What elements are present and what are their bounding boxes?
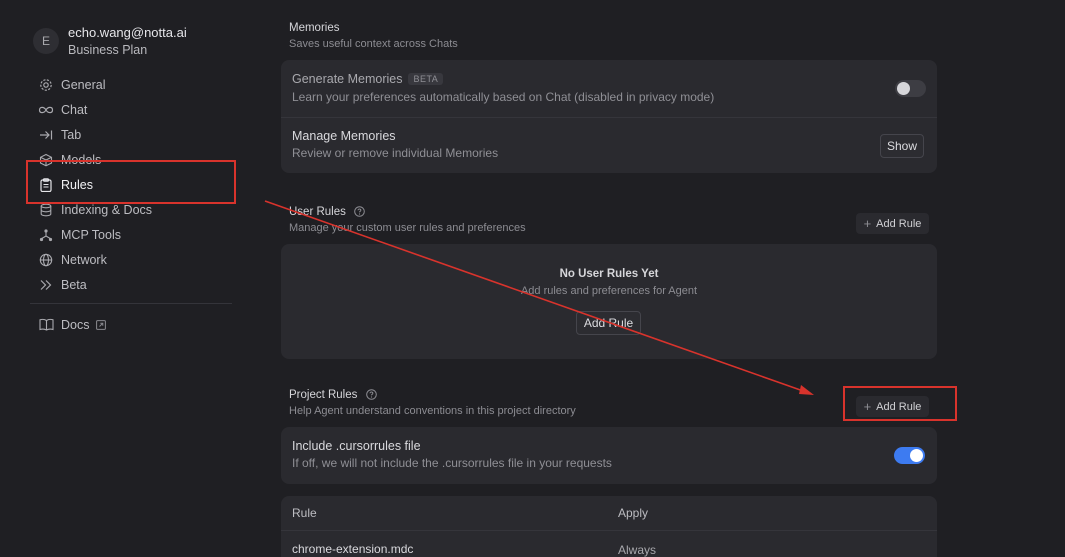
add-user-rule-button[interactable]: + Add Rule: [856, 213, 929, 234]
sidebar-item-label: Docs: [61, 317, 90, 332]
include-cursorrules-title: Include .cursorrules file: [292, 439, 421, 453]
sidebar-item-docs[interactable]: Docs: [38, 312, 107, 337]
project-rules-subtitle: Help Agent understand conventions in thi…: [289, 405, 576, 417]
manage-memories-desc: Review or remove individual Memories: [292, 146, 499, 160]
include-cursorrules-toggle[interactable]: [894, 447, 925, 464]
sidebar-item-general[interactable]: General: [38, 72, 238, 97]
table-divider: [281, 530, 937, 531]
user-rules-empty-card: No User Rules Yet Add rules and preferen…: [281, 244, 937, 359]
project-rules-title-label: Project Rules: [289, 389, 358, 401]
include-cursorrules-desc: If off, we will not include the .cursorr…: [292, 456, 612, 470]
settings-sidebar: E echo.wang@notta.ai Business Plan Gener…: [0, 0, 248, 557]
sidebar-item-network[interactable]: Network: [38, 247, 238, 272]
add-rule-highlight-box: [843, 386, 957, 421]
project-rules-table: Rule Apply chrome-extension.mdc Always: [281, 496, 937, 557]
infinity-icon: [38, 102, 54, 118]
sidebar-item-label: Indexing & Docs: [61, 202, 153, 217]
account-header: E echo.wang@notta.ai Business Plan: [33, 24, 187, 59]
empty-state-desc: Add rules and preferences for Agent: [520, 285, 698, 297]
generate-memories-label: Generate Memories: [292, 72, 403, 86]
beta-badge: BETA: [408, 73, 444, 85]
book-icon: [38, 317, 54, 333]
generate-memories-toggle[interactable]: [895, 80, 926, 97]
sidebar-item-label: MCP Tools: [61, 227, 121, 242]
memories-subtitle: Saves useful context across Chats: [289, 38, 458, 50]
sidebar-item-label: General: [61, 77, 106, 92]
rule-name-cell[interactable]: chrome-extension.mdc: [292, 542, 413, 556]
sidebar-item-beta[interactable]: Beta: [38, 272, 238, 297]
help-circle-icon[interactable]: [354, 206, 365, 217]
account-email: echo.wang@notta.ai: [68, 25, 187, 40]
add-user-rule-empty-button[interactable]: Add Rule: [576, 311, 641, 335]
globe-icon: [38, 252, 54, 268]
tab-arrow-icon: [38, 127, 54, 143]
card-divider: [281, 117, 937, 118]
external-link-icon: [96, 319, 107, 330]
plus-icon: +: [863, 215, 872, 231]
rule-apply-cell: Always: [618, 543, 657, 557]
mcp-nodes-icon: [38, 227, 54, 243]
account-plan: Business Plan: [68, 43, 148, 57]
sidebar-item-mcp-tools[interactable]: MCP Tools: [38, 222, 238, 247]
user-rules-subtitle: Manage your custom user rules and prefer…: [289, 222, 526, 234]
manage-memories-title: Manage Memories: [292, 129, 396, 143]
sidebar-item-chat[interactable]: Chat: [38, 97, 238, 122]
column-header-apply[interactable]: Apply: [618, 506, 648, 520]
help-circle-icon[interactable]: [365, 389, 377, 400]
sidebar-item-label: Tab: [61, 127, 82, 142]
add-rule-label: Add Rule: [876, 217, 922, 230]
avatar[interactable]: E: [33, 28, 59, 54]
sidebar-item-label: Beta: [61, 277, 87, 292]
sidebar-divider: [30, 303, 232, 304]
sidebar-item-label: Chat: [61, 102, 88, 117]
generate-memories-desc: Learn your preferences automatically bas…: [292, 90, 715, 104]
sidebar-item-label: Network: [61, 252, 107, 267]
column-header-rule[interactable]: Rule: [292, 506, 317, 520]
cursorrules-card: Include .cursorrules file If off, we wil…: [281, 427, 937, 484]
sidebar-item-tab[interactable]: Tab: [38, 122, 238, 147]
memories-title: Memories: [289, 22, 340, 34]
show-memories-button[interactable]: Show: [880, 134, 924, 158]
user-rules-title: User Rules: [289, 206, 365, 218]
rules-highlight-box: [26, 160, 236, 204]
user-rules-title-label: User Rules: [289, 206, 346, 218]
empty-state-title: No User Rules Yet: [559, 268, 659, 280]
memories-card: Generate Memories BETA Learn your prefere…: [281, 60, 937, 173]
double-chevron-icon: [38, 277, 54, 293]
project-rules-title: Project Rules: [289, 389, 377, 401]
generate-memories-row-title: Generate Memories BETA: [292, 72, 444, 86]
gear-icon: [38, 77, 54, 93]
